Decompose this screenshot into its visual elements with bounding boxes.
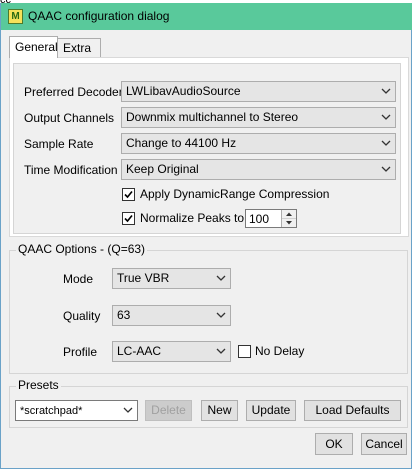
chevron-down-icon: [381, 140, 391, 146]
drc-label[interactable]: Apply DynamicRange Compression: [140, 187, 329, 201]
output-channels-value: Downmix multichannel to Stereo: [126, 110, 299, 124]
tab-extra[interactable]: Extra: [57, 38, 101, 57]
chevron-down-icon: [381, 166, 391, 172]
chevron-down-icon: [216, 348, 226, 354]
preferred-decoder-value: LWLibavAudioSource: [126, 84, 241, 98]
time-modification-value: Keep Original: [126, 162, 199, 176]
chevron-down-icon: [123, 407, 133, 413]
window-title: QAAC configuration dialog: [28, 9, 170, 23]
ok-button[interactable]: OK: [315, 433, 353, 455]
quality-value: 63: [117, 308, 131, 322]
output-channels-label: Output Channels: [24, 111, 115, 125]
tab-general[interactable]: General: [9, 36, 58, 58]
normalize-peaks-value: 100: [249, 212, 270, 226]
chevron-down-icon: [216, 312, 226, 318]
no-delay-checkbox[interactable]: [238, 345, 251, 358]
preset-select[interactable]: *scratchpad*: [15, 400, 138, 421]
spin-down-icon[interactable]: [282, 219, 296, 227]
general-tab-panel: Preferred Decoder LWLibavAudioSource Out…: [9, 57, 409, 237]
presets-title: Presets: [16, 378, 61, 392]
normalize-peaks-spinner[interactable]: 100: [245, 209, 297, 228]
dialog-window: M QAAC configuration dialog General Extr…: [0, 3, 412, 469]
new-preset-button[interactable]: New: [201, 400, 238, 421]
delete-preset-button[interactable]: Delete: [145, 400, 192, 421]
profile-select[interactable]: LC-AAC: [112, 341, 231, 362]
sample-rate-label: Sample Rate: [24, 137, 94, 151]
sample-rate-value: Change to 44100 Hz: [126, 136, 237, 150]
checkmark-icon: [124, 214, 133, 223]
qaac-options-group: QAAC Options - (Q=63) Mode True VBR Qual…: [9, 242, 408, 374]
preferred-decoder-label: Preferred Decoder: [24, 85, 123, 99]
profile-label: Profile: [63, 345, 98, 359]
spin-up-icon[interactable]: [282, 210, 296, 219]
mode-label: Mode: [63, 272, 94, 286]
quality-select[interactable]: 63: [112, 305, 231, 326]
spinner-arrows: [281, 210, 296, 227]
profile-value: LC-AAC: [117, 344, 162, 358]
sample-rate-select[interactable]: Change to 44100 Hz: [121, 133, 396, 154]
output-channels-select[interactable]: Downmix multichannel to Stereo: [121, 107, 396, 128]
quality-label: Quality: [63, 309, 101, 323]
general-options-frame: Preferred Decoder LWLibavAudioSource Out…: [13, 63, 401, 234]
time-modification-select[interactable]: Keep Original: [121, 159, 396, 180]
normalize-label[interactable]: Normalize Peaks to: [140, 211, 244, 225]
preset-value: *scratchpad*: [20, 405, 83, 417]
chevron-down-icon: [381, 88, 391, 94]
chevron-down-icon: [216, 275, 226, 281]
qaac-options-title: QAAC Options - (Q=63): [16, 242, 148, 256]
normalize-checkbox[interactable]: [122, 212, 135, 225]
preferred-decoder-select[interactable]: LWLibavAudioSource: [121, 81, 396, 102]
title-bar[interactable]: M QAAC configuration dialog: [1, 3, 412, 30]
chevron-down-icon: [381, 114, 391, 120]
cancel-button[interactable]: Cancel: [361, 433, 407, 455]
load-defaults-button[interactable]: Load Defaults: [304, 400, 401, 421]
update-preset-button[interactable]: Update: [246, 400, 296, 421]
no-delay-label[interactable]: No Delay: [255, 344, 304, 358]
presets-group: Presets *scratchpad* Delete New Update L…: [9, 378, 408, 428]
mode-select[interactable]: True VBR: [112, 268, 231, 289]
checkmark-icon: [124, 190, 133, 199]
app-icon: M: [8, 9, 23, 24]
drc-checkbox[interactable]: [122, 188, 135, 201]
mode-value: True VBR: [117, 271, 170, 285]
time-modification-label: Time Modification: [24, 163, 118, 177]
